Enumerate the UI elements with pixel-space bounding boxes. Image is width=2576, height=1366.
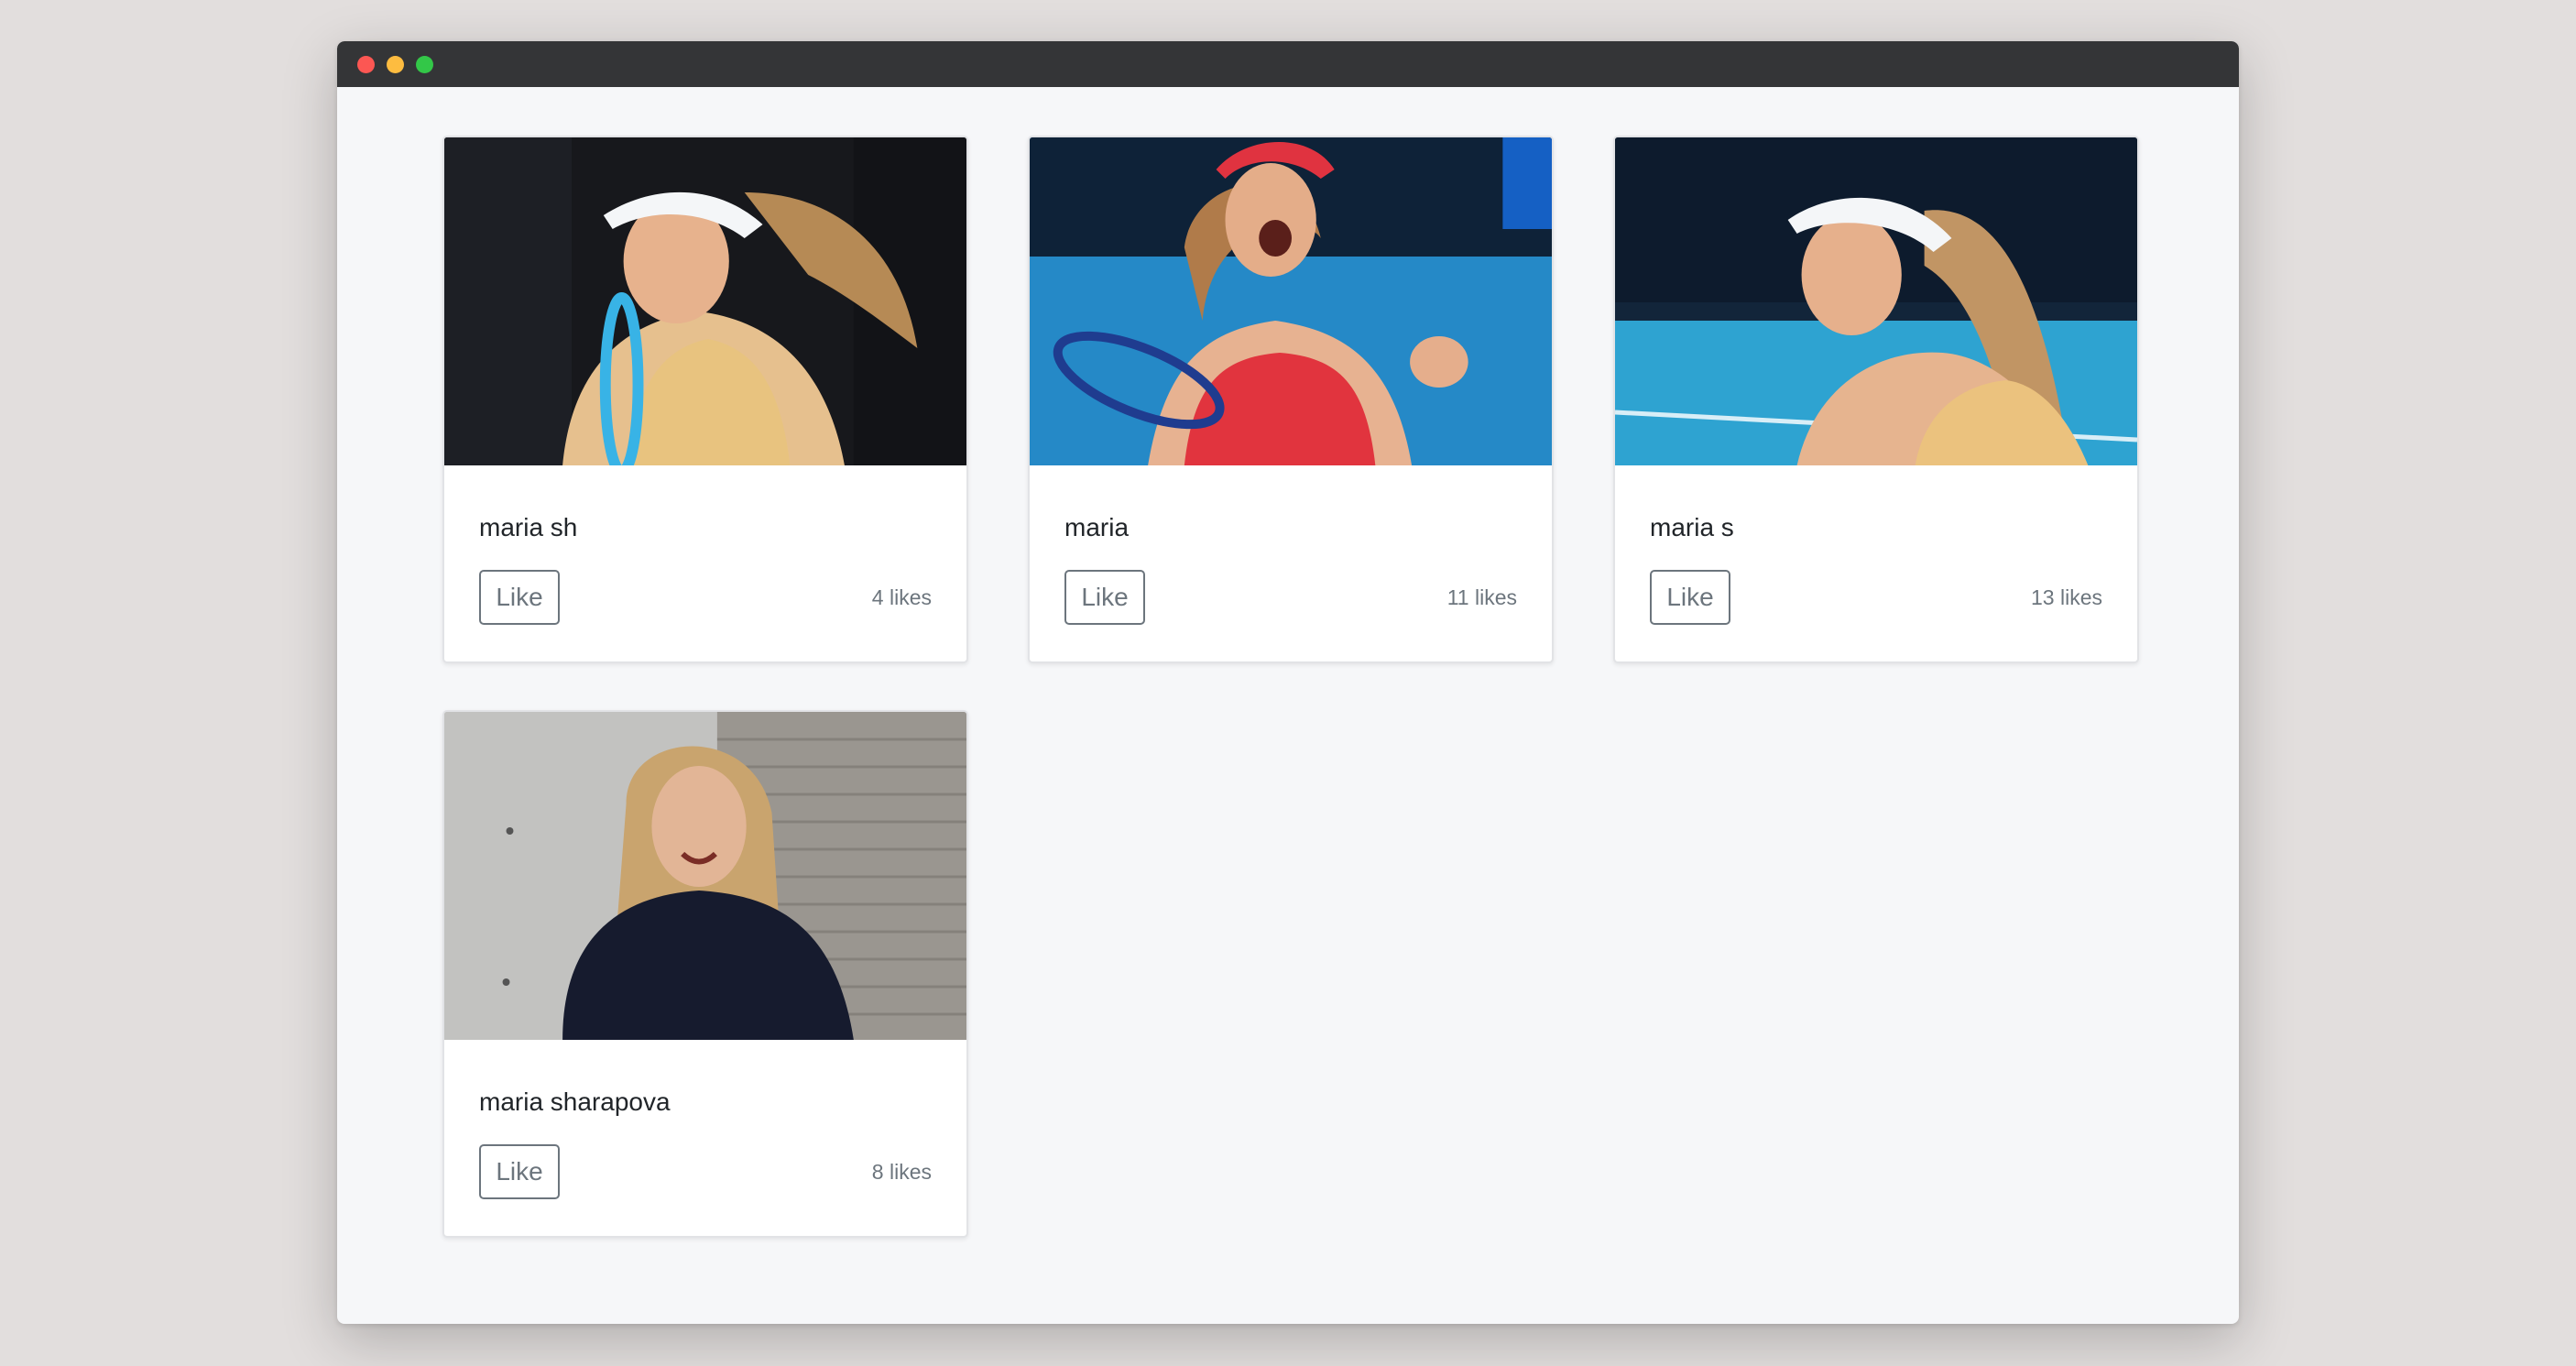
maximize-window-button[interactable] — [416, 56, 433, 73]
likes-count: 4 likes — [871, 585, 932, 609]
card-photo — [1615, 137, 2137, 465]
browser-window: maria sh Like 4 likes maria Like 11 like… — [337, 41, 2239, 1324]
card-photo — [444, 137, 966, 465]
minimize-window-button[interactable] — [387, 56, 404, 73]
card-title: maria — [1064, 513, 1130, 541]
like-button[interactable]: Like — [479, 1144, 560, 1199]
card-photo — [444, 712, 966, 1040]
card-photo — [1030, 137, 1552, 465]
window-titlebar — [337, 41, 2239, 87]
like-button[interactable]: Like — [1064, 570, 1145, 625]
photo-card: maria Like 11 likes — [1028, 136, 1554, 663]
likes-count: 11 likes — [1446, 585, 1517, 609]
card-title: maria s — [1650, 513, 1734, 541]
photo-card: maria sh Like 4 likes — [442, 136, 968, 663]
like-button[interactable]: Like — [479, 570, 560, 625]
photo-card: maria s Like 13 likes — [1613, 136, 2139, 663]
card-title: maria sharapova — [479, 1087, 671, 1116]
likes-count: 13 likes — [2031, 585, 2102, 609]
likes-count: 8 likes — [871, 1160, 932, 1184]
like-button[interactable]: Like — [1650, 570, 1730, 625]
card-title: maria sh — [479, 513, 578, 541]
close-window-button[interactable] — [357, 56, 375, 73]
photo-card: maria sharapova Like 8 likes — [442, 710, 968, 1238]
